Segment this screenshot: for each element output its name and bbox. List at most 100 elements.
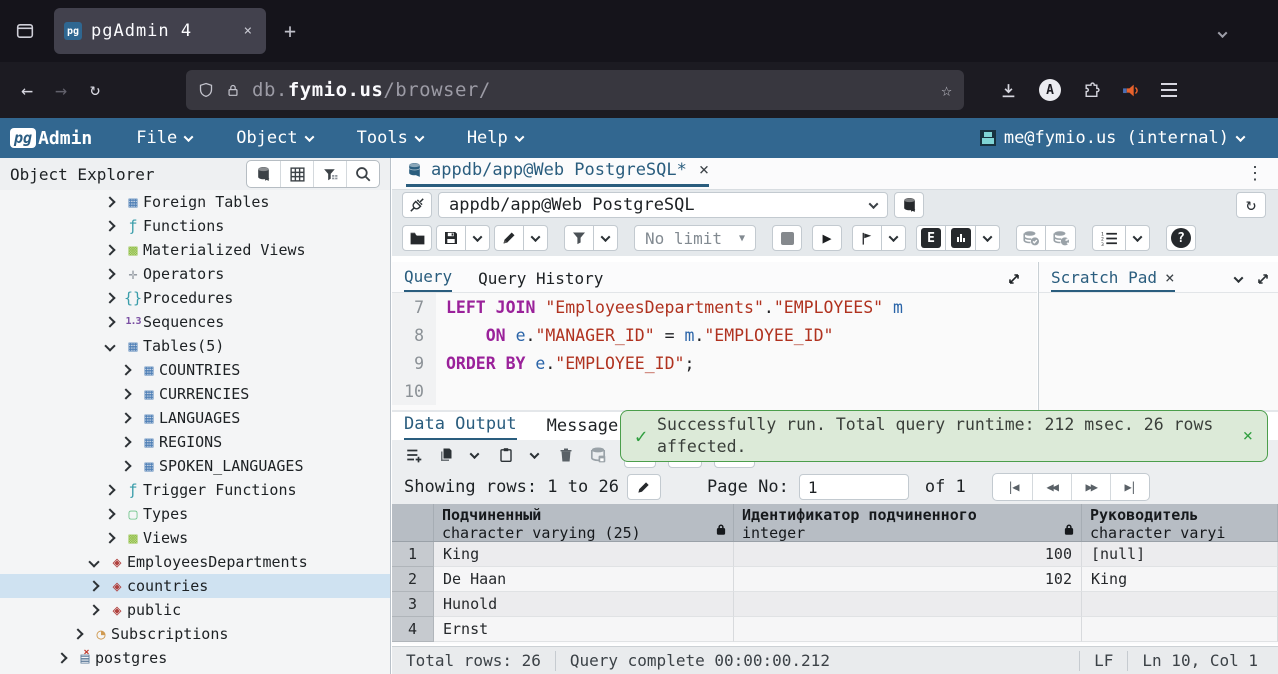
search-icon[interactable] [346, 161, 379, 187]
chevron-collapsed-icon[interactable] [104, 268, 115, 279]
row-number[interactable]: 2 [392, 567, 434, 592]
table-cell[interactable] [734, 592, 1082, 617]
save-file-icon[interactable] [436, 225, 466, 251]
user-menu[interactable]: me@fymio.us (internal) [980, 128, 1244, 148]
table-cell[interactable]: Hunold [434, 592, 734, 617]
tree-item-materialized-views[interactable]: ▩Materialized Views [0, 238, 390, 262]
row-number[interactable]: 4 [392, 617, 434, 642]
chevron-collapsed-icon[interactable] [120, 436, 131, 447]
query-tool-tab[interactable]: appdb/app@Web PostgreSQL* × [406, 160, 709, 187]
menu-object[interactable]: Object [236, 128, 312, 148]
commit-icon[interactable] [1016, 225, 1046, 251]
chevron-collapsed-icon[interactable] [72, 628, 83, 639]
tree-item-public[interactable]: ◈public [0, 598, 390, 622]
tree-item-employeesdepartments[interactable]: ◈EmployeesDepartments [0, 550, 390, 574]
menu-file[interactable]: File [136, 128, 192, 148]
tree-item-types[interactable]: ▢Types [0, 502, 390, 526]
chevron-collapsed-icon[interactable] [120, 388, 131, 399]
tab-query-history[interactable]: Query History [478, 269, 603, 292]
reload-button[interactable]: ↻ [78, 80, 112, 100]
new-tab-button[interactable]: + [284, 19, 296, 43]
row-number[interactable]: 1 [392, 542, 434, 567]
copy-chevron-icon[interactable] [460, 442, 488, 468]
back-button[interactable]: ← [10, 78, 44, 102]
prev-page-button[interactable]: ◀◀ [1032, 474, 1071, 500]
first-page-button[interactable]: |◀ [993, 474, 1032, 500]
tree-item-functions[interactable]: ƒFunctions [0, 214, 390, 238]
chevron-collapsed-icon[interactable] [120, 412, 131, 423]
page-no-input[interactable] [799, 474, 909, 500]
table-cell[interactable]: 102 [734, 567, 1082, 592]
column-header-3[interactable]: Руководительcharacter varyi [1082, 504, 1278, 541]
connect-server-icon[interactable] [247, 161, 280, 187]
cursor-position-label[interactable]: Ln 10, Col 1 [1127, 651, 1278, 671]
shield-icon[interactable] [198, 82, 214, 98]
table-cell[interactable]: Ernst [434, 617, 734, 642]
grid-corner-cell[interactable] [392, 504, 434, 541]
scratch-pad-body[interactable] [1039, 292, 1278, 410]
chevron-collapsed-icon[interactable] [120, 460, 131, 471]
menu-tools[interactable]: Tools [357, 128, 423, 148]
tab-data-output[interactable]: Data Output [404, 414, 517, 440]
kebab-menu-icon[interactable]: ⋮ [1246, 163, 1264, 184]
edit-pencil-icon[interactable] [494, 225, 524, 251]
edit-range-pencil-icon[interactable] [627, 474, 661, 500]
column-header-1[interactable]: Подчиненныйcharacter varying (25) [434, 504, 734, 541]
filter-options-chevron-icon[interactable] [594, 225, 618, 251]
tree-item-spoken-languages[interactable]: ▦SPOKEN_LANGUAGES [0, 454, 390, 478]
scratch-pad-tab[interactable]: Scratch Pad × [1051, 268, 1175, 292]
scratch-pad-chevron-icon[interactable] [1234, 273, 1244, 283]
explain-button[interactable]: E [916, 225, 946, 251]
url-bar[interactable]: db.fymio.us/browser/ ☆ [186, 70, 964, 110]
table-cell[interactable]: King [434, 542, 734, 567]
tree-item-countries[interactable]: ▦COUNTRIES [0, 358, 390, 382]
chevron-collapsed-icon[interactable] [104, 484, 115, 495]
close-scratch-pad-icon[interactable]: × [1165, 268, 1175, 287]
paste-icon[interactable] [492, 442, 520, 468]
tree-item-procedures[interactable]: {}Procedures [0, 286, 390, 310]
toast-close-icon[interactable]: × [1243, 426, 1253, 446]
macros-chevron-icon[interactable] [1126, 225, 1150, 251]
new-connection-icon[interactable] [894, 192, 924, 218]
execute-options-flag-icon[interactable] [852, 225, 882, 251]
help-button[interactable]: ? [1166, 225, 1196, 251]
firefox-view-icon[interactable] [8, 14, 42, 48]
save-data-icon[interactable] [584, 442, 612, 468]
table-cell[interactable]: 100 [734, 542, 1082, 567]
tab-query[interactable]: Query [404, 267, 452, 292]
tree-item-currencies[interactable]: ▦CURRENCIES [0, 382, 390, 406]
explain-analyze-icon[interactable] [946, 225, 976, 251]
explain-chevron-icon[interactable] [976, 225, 1000, 251]
reset-layout-icon[interactable]: ↻ [1236, 192, 1266, 218]
expand-scratch-pad-icon[interactable] [1256, 272, 1270, 286]
tree-item-subscriptions[interactable]: ◔Subscriptions [0, 622, 390, 646]
stop-button[interactable] [772, 225, 802, 251]
menu-hamburger-icon[interactable] [1161, 83, 1177, 97]
grid-view-icon[interactable] [280, 161, 313, 187]
table-cell[interactable]: [null] [1082, 542, 1278, 567]
paste-chevron-icon[interactable] [520, 442, 548, 468]
sql-code-area[interactable]: 7LEFT JOIN "EmployeesDepartments"."EMPLO… [392, 292, 1037, 410]
execute-play-icon[interactable]: ▶ [812, 225, 842, 251]
save-options-chevron-icon[interactable] [466, 225, 490, 251]
tab-close-icon[interactable]: × [240, 21, 256, 41]
eol-indicator[interactable]: LF [1079, 651, 1127, 671]
screen-reader-extension-icon[interactable] [1122, 82, 1139, 99]
filter-icon[interactable] [564, 225, 594, 251]
chevron-expanded-icon[interactable] [88, 556, 99, 567]
tree-item-foreign-tables[interactable]: ▦Foreign Tables [0, 190, 390, 214]
table-cell[interactable] [1082, 617, 1278, 642]
tree-item-tables-5-[interactable]: ▦Tables(5) [0, 334, 390, 358]
chevron-collapsed-icon[interactable] [88, 580, 99, 591]
column-header-2[interactable]: Идентификатор подчиненногоinteger [734, 504, 1082, 541]
chevron-collapsed-icon[interactable] [104, 316, 115, 327]
menu-help[interactable]: Help [467, 128, 523, 148]
table-cell[interactable]: De Haan [434, 567, 734, 592]
sql-line-10[interactable]: 10 [392, 377, 1037, 405]
tree-item-countries[interactable]: ◈countries [0, 574, 390, 598]
chevron-collapsed-icon[interactable] [104, 220, 115, 231]
connection-select[interactable]: appdb/app@Web PostgreSQL [438, 192, 888, 218]
chevron-collapsed-icon[interactable] [56, 652, 67, 663]
tree-item-regions[interactable]: ▦REGIONS [0, 430, 390, 454]
lock-icon[interactable] [226, 83, 240, 98]
